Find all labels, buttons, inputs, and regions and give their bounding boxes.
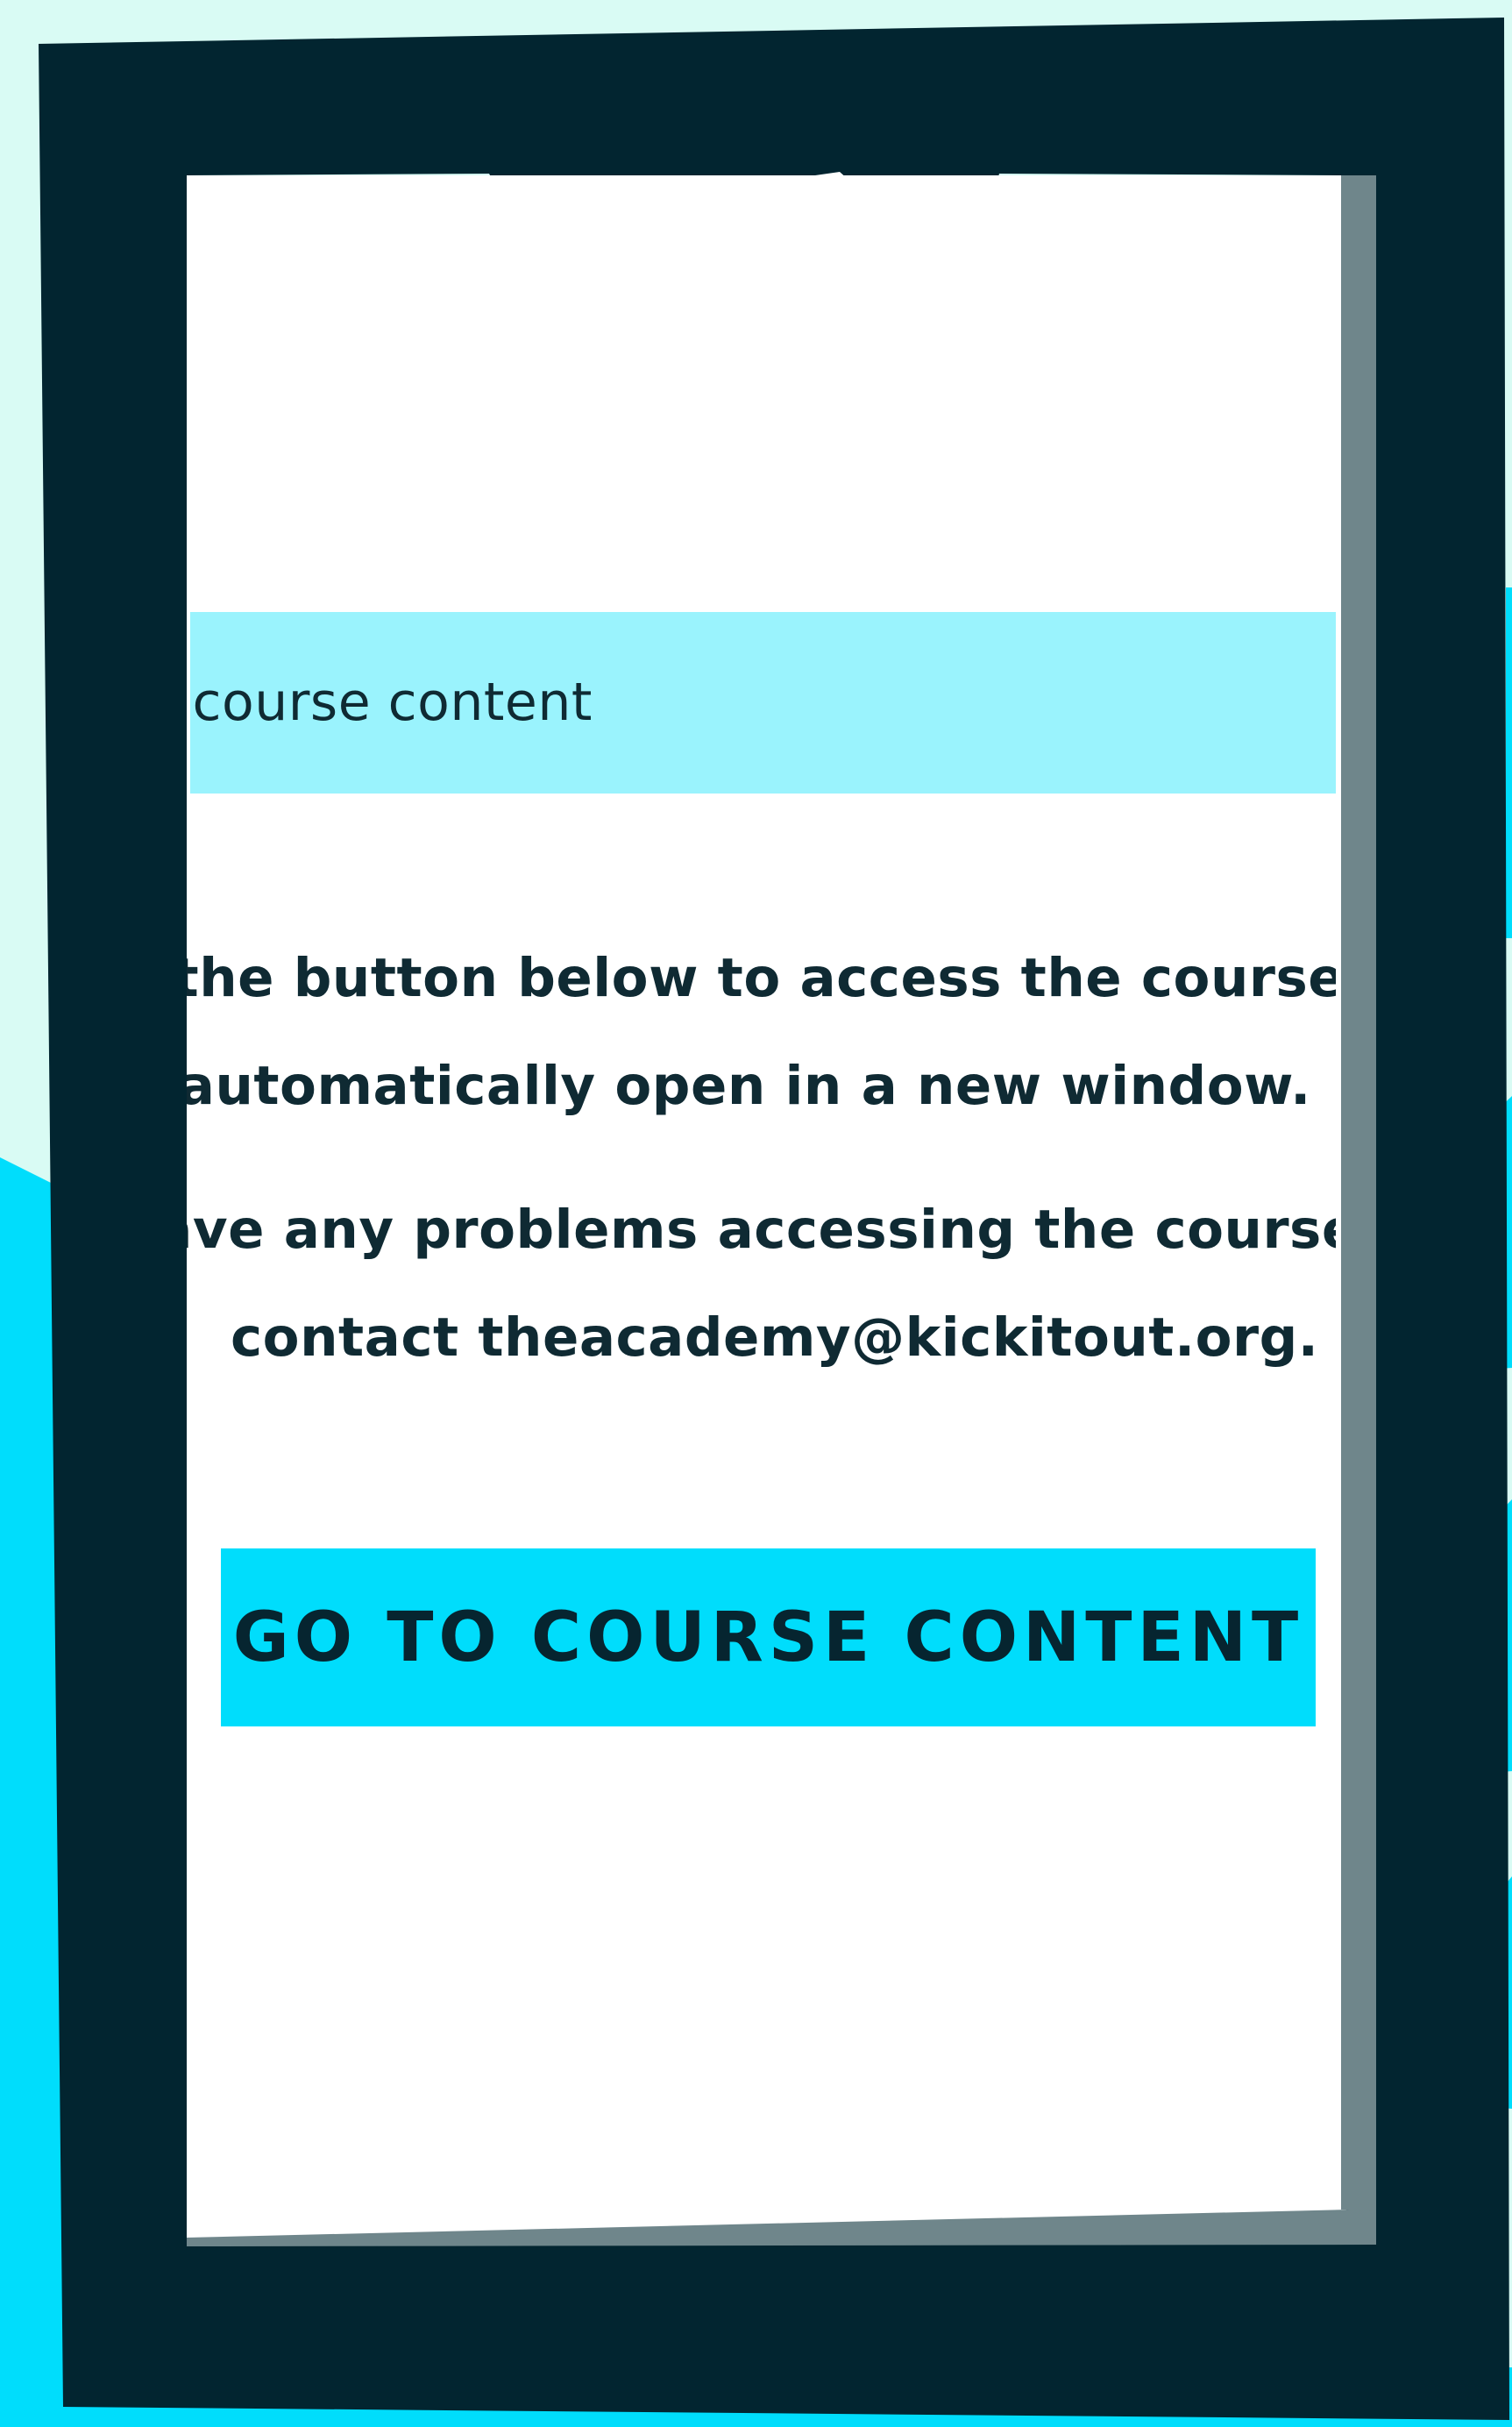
banner: the course content — [190, 612, 1336, 794]
instruction-line-3: If you have any problems accessing the c… — [187, 1199, 1336, 1261]
instructions: Click the button below to access the cou… — [187, 947, 1336, 1420]
banner-text: the course content — [190, 672, 593, 733]
contact-line: contact theacademy@kickitout.org. — [231, 1306, 1319, 1369]
phone-screen: the course content Click the button belo… — [187, 175, 1346, 2238]
page: the course content Click the button belo… — [0, 0, 1512, 2427]
go-to-course-content-label: GO TO COURSE CONTENT — [232, 1598, 1304, 1677]
instruction-line-2: This will automatically open in a new wi… — [187, 1055, 1311, 1117]
instruction-line-1: Click the button below to access the cou… — [187, 947, 1336, 1009]
go-to-course-content-button[interactable]: GO TO COURSE CONTENT — [221, 1548, 1316, 1726]
